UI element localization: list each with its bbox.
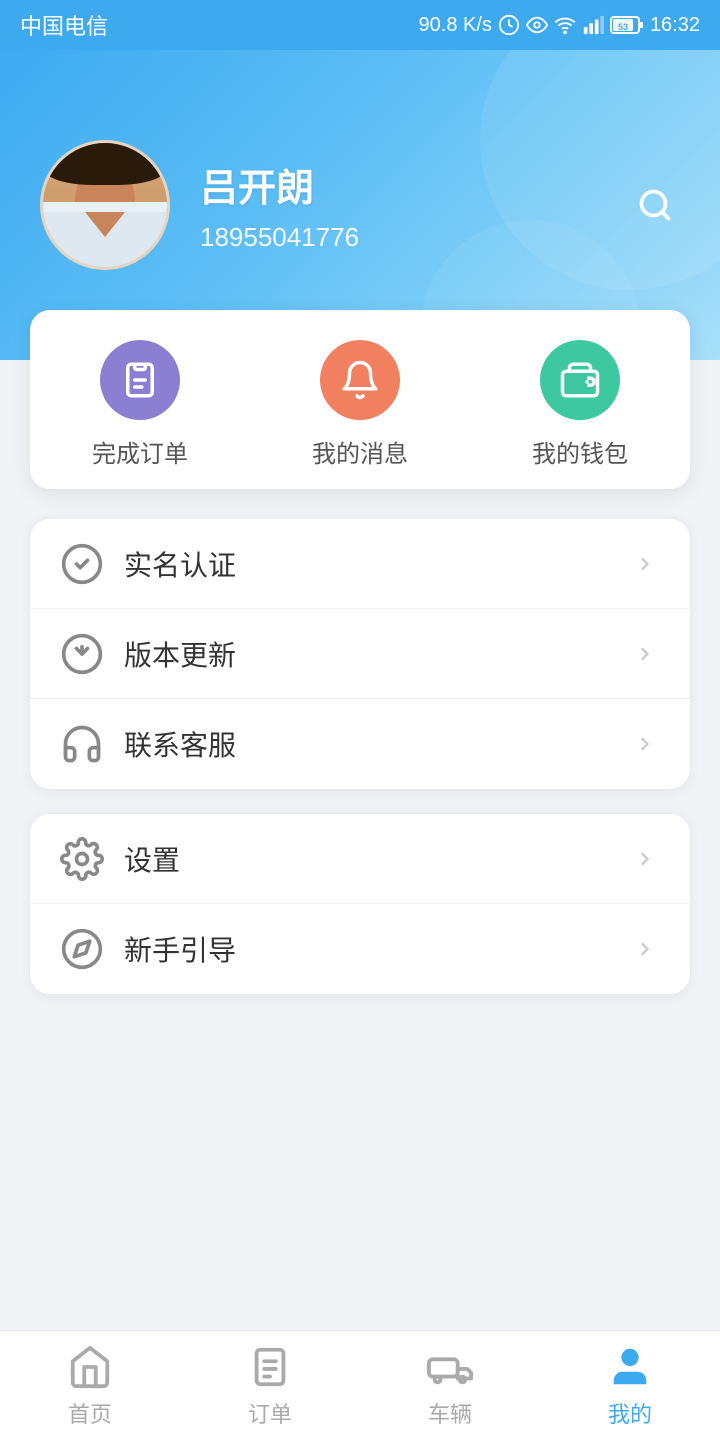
chevron-right-icon-3 xyxy=(630,729,660,759)
profile-info: 吕开朗 18955041776 xyxy=(200,157,359,253)
svg-text:53: 53 xyxy=(618,22,628,32)
orders-nav-label: 订单 xyxy=(248,1397,292,1429)
menu-card-group2: 设置 新手引导 xyxy=(30,814,690,994)
nav-item-mine[interactable]: 我的 xyxy=(550,1343,710,1429)
vehicles-nav-label: 车辆 xyxy=(428,1397,472,1429)
wallet-label: 我的钱包 xyxy=(532,434,628,469)
eye-icon xyxy=(526,14,548,36)
signal-icon xyxy=(582,14,604,36)
bottom-nav: 首页 订单 车辆 xyxy=(0,1330,720,1440)
clock-icon xyxy=(498,14,520,36)
status-bar: 中国电信 90.8 K/s 53 16:32 xyxy=(0,0,720,50)
main-content: 完成订单 我的消息 我的钱包 xyxy=(0,310,720,1149)
quick-action-wallet[interactable]: 我的钱包 xyxy=(532,340,628,469)
settings-label: 设置 xyxy=(124,839,630,879)
menu-item-update[interactable]: 版本更新 xyxy=(30,609,690,699)
nav-item-home[interactable]: 首页 xyxy=(10,1343,170,1429)
check-circle-icon xyxy=(60,542,104,586)
avatar xyxy=(40,140,170,270)
wallet-icon-bg xyxy=(540,340,620,420)
wallet-icon xyxy=(559,359,601,401)
search-icon xyxy=(637,187,673,223)
wifi-icon xyxy=(554,14,576,36)
update-label: 版本更新 xyxy=(124,634,630,674)
menu-card-group1: 实名认证 版本更新 xyxy=(30,519,690,789)
clipboard-icon xyxy=(119,359,161,401)
support-label: 联系客服 xyxy=(124,724,630,764)
refresh-icon xyxy=(60,632,104,676)
menu-item-real-name[interactable]: 实名认证 xyxy=(30,519,690,609)
gear-icon xyxy=(60,837,104,881)
nav-item-vehicles[interactable]: 车辆 xyxy=(370,1343,530,1429)
avatar-collar xyxy=(43,212,167,267)
mine-nav-label: 我的 xyxy=(608,1397,652,1429)
chevron-right-icon-4 xyxy=(630,844,660,874)
profile-phone: 18955041776 xyxy=(200,222,359,253)
chevron-right-icon-2 xyxy=(630,639,660,669)
menu-item-guide[interactable]: 新手引导 xyxy=(30,904,690,994)
profile-name: 吕开朗 xyxy=(200,157,359,212)
quick-action-orders[interactable]: 完成订单 xyxy=(92,340,188,469)
quick-actions-card: 完成订单 我的消息 我的钱包 xyxy=(30,310,690,489)
nav-item-orders[interactable]: 订单 xyxy=(190,1343,350,1429)
chevron-right-icon xyxy=(630,549,660,579)
home-icon xyxy=(66,1343,114,1391)
compass-icon xyxy=(60,927,104,971)
avatar-hair xyxy=(43,143,167,185)
orders-icon-bg xyxy=(100,340,180,420)
vehicles-icon xyxy=(426,1343,474,1391)
carrier-label: 中国电信 xyxy=(20,9,108,41)
chevron-right-icon-5 xyxy=(630,934,660,964)
messages-label: 我的消息 xyxy=(312,434,408,469)
menu-item-support[interactable]: 联系客服 xyxy=(30,699,690,789)
status-indicators: 90.8 K/s 53 16:32 xyxy=(419,14,700,37)
menu-item-settings[interactable]: 设置 xyxy=(30,814,690,904)
avatar-face xyxy=(43,143,167,267)
bell-icon xyxy=(339,359,381,401)
messages-icon-bg xyxy=(320,340,400,420)
mine-icon xyxy=(606,1343,654,1391)
search-button[interactable] xyxy=(630,180,680,230)
speed-label: 90.8 K/s xyxy=(419,14,492,37)
headset-icon xyxy=(60,722,104,766)
time-label: 16:32 xyxy=(650,14,700,37)
battery-icon: 53 xyxy=(610,14,644,36)
home-nav-label: 首页 xyxy=(68,1397,112,1429)
orders-label: 完成订单 xyxy=(92,434,188,469)
guide-label: 新手引导 xyxy=(124,929,630,969)
real-name-label: 实名认证 xyxy=(124,544,630,584)
orders-nav-icon xyxy=(246,1343,294,1391)
quick-action-messages[interactable]: 我的消息 xyxy=(312,340,408,469)
